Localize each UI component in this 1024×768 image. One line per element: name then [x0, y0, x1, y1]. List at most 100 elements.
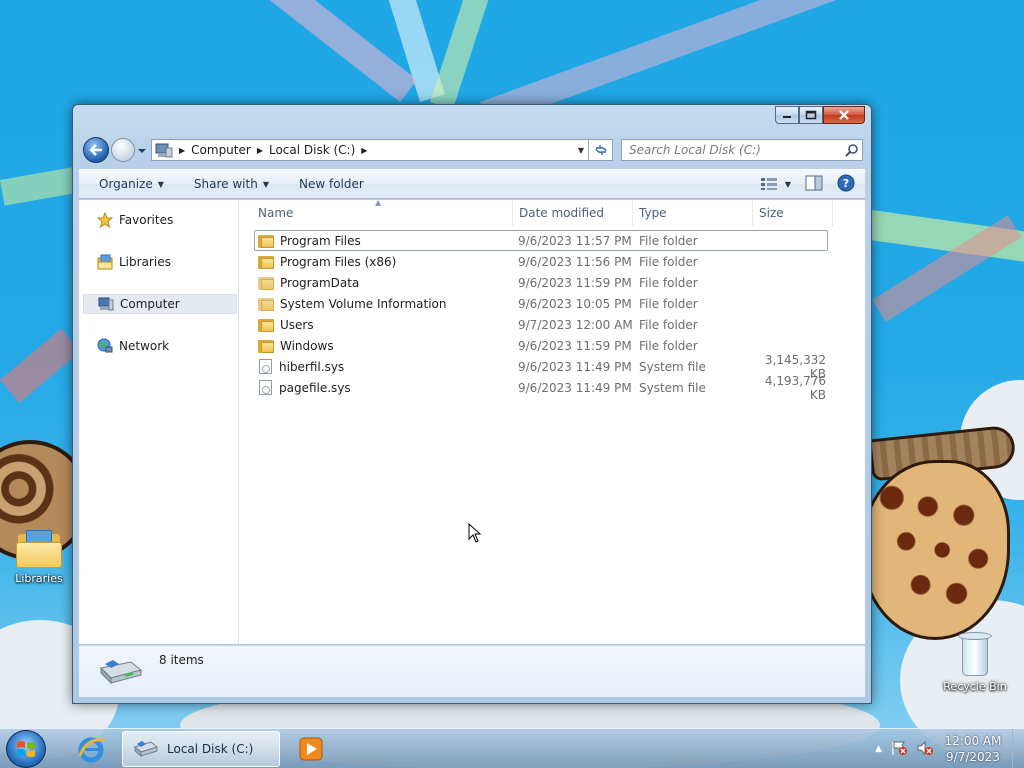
nav-item-favorites[interactable]: Favorites [83, 210, 237, 230]
folder-icon [258, 318, 274, 332]
navigation-pane: Favorites Libraries Computer Network [79, 200, 239, 644]
minimize-button[interactable] [775, 106, 799, 124]
column-type-label: Type [639, 206, 667, 220]
svg-text:?: ? [843, 177, 849, 190]
minimize-icon [783, 116, 791, 118]
show-hidden-icons-button[interactable]: ▲ [875, 744, 882, 754]
preview-pane-button[interactable] [805, 175, 823, 194]
chevron-down-icon: ▼ [784, 179, 791, 189]
file-name: ProgramData [280, 275, 360, 290]
refresh-button[interactable] [589, 139, 613, 161]
file-row[interactable]: Windows 9/6/2023 11:59 PM File folder [254, 335, 828, 356]
maximize-button[interactable] [799, 106, 823, 124]
close-icon [839, 110, 849, 120]
address-bar[interactable]: ▶ Computer ▶ Local Disk (C:) ▶ ▼ [151, 139, 589, 161]
file-row[interactable]: System Volume Information 9/6/2023 10:05… [254, 293, 828, 314]
breadcrumb-separator-icon[interactable]: ▶ [176, 146, 188, 155]
hard-drive-icon [97, 658, 143, 687]
help-button[interactable]: ? [837, 174, 855, 195]
file-type: File folder [639, 317, 698, 332]
computer-location-icon [152, 142, 176, 158]
file-type: File folder [639, 275, 698, 290]
file-date: 9/7/2023 12:00 AM [518, 317, 633, 332]
organize-label: Organize [99, 177, 153, 191]
nav-item-computer[interactable]: Computer [83, 294, 237, 314]
breadcrumb-computer[interactable]: Computer [188, 143, 254, 157]
share-with-button[interactable]: Share with ▼ [174, 170, 279, 198]
star-icon [97, 212, 113, 228]
caption-buttons [775, 106, 865, 124]
system-file-icon [259, 359, 272, 374]
recent-pages-button[interactable] [137, 145, 147, 155]
forward-button[interactable] [111, 138, 135, 162]
file-row[interactable]: ProgramData 9/6/2023 11:59 PM File folde… [254, 272, 828, 293]
breadcrumb-local-disk[interactable]: Local Disk (C:) [266, 143, 358, 157]
file-size: 4,193,776 KB [764, 373, 826, 402]
help-icon: ? [837, 174, 855, 191]
desktop-recycle-bin[interactable]: Recycle Bin [940, 632, 1010, 693]
command-bar: Organize ▼ Share with ▼ New folder ▼ ? [79, 169, 865, 199]
file-name: hiberfil.sys [279, 359, 345, 374]
search-box[interactable] [621, 139, 863, 161]
file-type: File folder [639, 254, 698, 269]
column-date-label: Date modified [519, 206, 605, 220]
explorer-window: ▶ Computer ▶ Local Disk (C:) ▶ ▼ Organiz… [72, 104, 872, 704]
file-date: 9/6/2023 11:57 PM [518, 233, 632, 248]
taskbar: Local Disk (C:) ▲ 12:00 AM 9/7/2023 [0, 728, 1024, 768]
folder-icon [258, 234, 274, 248]
back-button[interactable] [83, 137, 109, 163]
show-desktop-button[interactable] [1012, 729, 1024, 768]
nav-item-libraries[interactable]: Libraries [83, 252, 237, 272]
file-row[interactable]: pagefile.sys 9/6/2023 11:49 PM System fi… [254, 374, 828, 402]
file-date: 9/6/2023 11:56 PM [518, 254, 632, 269]
taskbar-explorer-window[interactable]: Local Disk (C:) [122, 731, 280, 767]
taskbar-internet-explorer[interactable] [66, 731, 116, 767]
navigation-bar: ▶ Computer ▶ Local Disk (C:) ▶ ▼ [81, 135, 863, 165]
organize-button[interactable]: Organize ▼ [79, 170, 174, 198]
file-list: Name ▲ Date modified Type Size Program F… [240, 198, 865, 644]
folder-icon [258, 276, 274, 290]
file-row[interactable]: Program Files 9/6/2023 11:57 PM File fol… [254, 230, 828, 251]
column-size-label: Size [759, 206, 784, 220]
search-input[interactable] [622, 143, 842, 157]
file-name: System Volume Information [280, 296, 447, 311]
view-details-icon [760, 178, 777, 190]
nav-label-libraries: Libraries [119, 255, 171, 269]
column-header-type[interactable]: Type [633, 200, 753, 226]
column-header-size[interactable]: Size [753, 200, 833, 226]
nav-label-network: Network [119, 339, 170, 353]
action-center-flag-icon[interactable] [890, 740, 908, 759]
close-button[interactable] [823, 106, 865, 124]
file-name: pagefile.sys [279, 380, 351, 395]
windows-logo-icon [17, 741, 35, 757]
file-row[interactable]: Users 9/7/2023 12:00 AM File folder [254, 314, 828, 335]
new-folder-button[interactable]: New folder [279, 170, 374, 198]
file-date: 9/6/2023 10:05 PM [518, 296, 632, 311]
column-header-name[interactable]: Name ▲ [240, 198, 513, 226]
chevron-down-icon: ▼ [262, 179, 269, 189]
nav-item-network[interactable]: Network [83, 336, 237, 356]
file-date: 9/6/2023 11:59 PM [518, 275, 632, 290]
volume-muted-icon[interactable] [916, 740, 934, 759]
file-name: Program Files (x86) [280, 254, 397, 269]
column-header-date-modified[interactable]: Date modified [513, 200, 633, 226]
clock-time: 12:00 AM [944, 734, 1002, 748]
file-row[interactable]: Program Files (x86) 9/6/2023 11:56 PM Fi… [254, 251, 828, 272]
address-dropdown-icon[interactable]: ▼ [578, 146, 584, 155]
search-icon[interactable] [842, 143, 862, 157]
breadcrumb-separator-icon[interactable]: ▶ [254, 146, 266, 155]
file-row[interactable]: hiberfil.sys 9/6/2023 11:49 PM System fi… [254, 353, 828, 381]
clock[interactable]: 12:00 AM 9/7/2023 [942, 733, 1004, 765]
internet-explorer-icon [78, 737, 105, 763]
file-name: Users [280, 317, 314, 332]
change-view-button[interactable]: ▼ [760, 178, 791, 190]
breadcrumb-separator-icon[interactable]: ▶ [358, 146, 370, 155]
file-date: 9/6/2023 11:49 PM [518, 359, 632, 374]
start-button[interactable] [6, 730, 46, 768]
taskbar-media-player[interactable] [286, 731, 336, 767]
refresh-icon [594, 145, 607, 155]
desktop-libraries-shortcut[interactable]: Libraries [4, 528, 74, 585]
sort-ascending-icon: ▲ [375, 198, 382, 207]
desktop-libraries-label: Libraries [15, 572, 63, 585]
clock-date: 9/7/2023 [946, 750, 1000, 764]
